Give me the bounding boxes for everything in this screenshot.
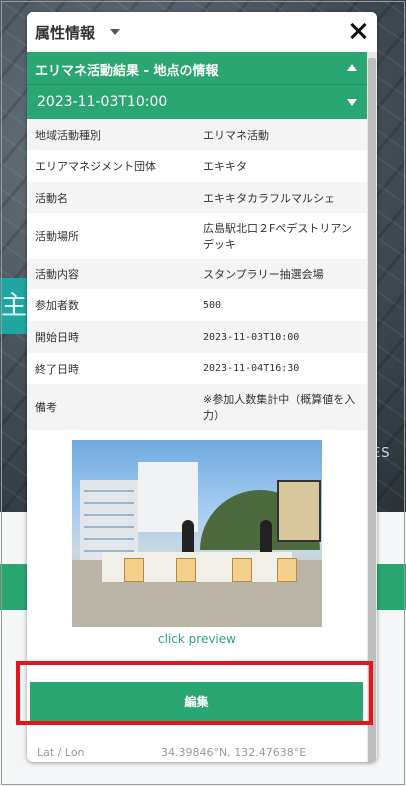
attr-value: エキキタ [203,160,247,173]
attr-key: エリアマネジメント団体 [35,160,156,173]
attr-value: 2023-11-04T16:30 [203,363,300,374]
edit-button-area: 編集 [27,672,367,732]
attr-value: 2023-11-03T10:00 [203,331,300,343]
date-value: 2023-11-03T10:00 [37,94,168,110]
attribute-panel: 属性情報 エリマネ活動結果 - 地点の情報 2023-11-03T10:00 地… [27,12,377,762]
attr-key: 終了日時 [35,362,79,376]
table-row: 開始日時 2023-11-03T10:00 [27,321,367,353]
table-row: エリアマネジメント団体 エキキタ [27,150,367,182]
table-row: 参加者数 500 [27,289,367,321]
table-row: 活動場所 広島駅北口２Fペデストリアンデッキ [27,213,367,259]
date-selector[interactable]: 2023-11-03T10:00 [27,84,367,119]
latlon-label: Lat / Lon [37,746,85,759]
attr-key: 活動場所 [35,230,79,243]
table-row: 地域活動種別 エリマネ活動 [27,119,367,150]
edit-button[interactable]: 編集 [30,682,363,722]
photo-section [27,430,367,630]
background-label-fragment: 主 [0,278,28,334]
attr-key: 活動名 [35,191,68,205]
section-title: エリマネ活動結果 - 地点の情報 [35,64,219,79]
photo-signboard [277,480,321,542]
photo-poster [124,558,144,582]
attr-key: 活動内容 [35,268,79,281]
panel-content: エリマネ活動結果 - 地点の情報 2023-11-03T10:00 地域活動種別… [27,52,367,762]
attr-value: エリマネ活動 [203,128,269,142]
attr-value: 500 [203,299,222,311]
table-row: 活動名 エキキタカラフルマルシェ [27,182,367,213]
event-photo[interactable] [72,440,322,627]
scrollbar-thumb[interactable] [368,58,376,762]
attr-value: 広島駅北口２Fペデストリアンデッキ [203,222,352,251]
attr-value: スタンプラリー抽選会場 [203,268,324,281]
table-row: 備考 ※参加人数集計中（概算値を入力） [27,384,367,430]
panel-scrollbar[interactable] [367,52,377,762]
collapse-icon[interactable] [347,64,357,71]
chevron-down-icon[interactable] [110,29,120,35]
attr-value: エキキタカラフルマルシェ [203,191,335,205]
attr-value: ※参加人数集計中（概算値を入力） [203,393,356,422]
attr-key: 備考 [35,401,57,414]
section-header[interactable]: エリマネ活動結果 - 地点の情報 [27,52,367,84]
attribute-table: 地域活動種別 エリマネ活動 エリアマネジメント団体 エキキタ 活動名 エキキタカ… [27,119,367,430]
panel-header: 属性情報 [27,12,377,52]
close-button[interactable] [347,20,369,42]
photo-poster [277,558,297,582]
preview-link[interactable]: click preview [27,632,367,650]
table-row: 終了日時 2023-11-04T16:30 [27,353,367,384]
panel-title[interactable]: 属性情報 [35,22,95,43]
dropdown-icon[interactable] [347,99,357,106]
table-row: 活動内容 スタンプラリー抽選会場 [27,259,367,289]
photo-poster [232,558,252,582]
attr-key: 開始日時 [35,331,79,344]
attr-key: 地域活動種別 [35,128,101,142]
photo-poster [176,558,196,582]
latlon-value: 34.39846°N, 132.47638°E [161,746,307,759]
latlon-row: Lat / Lon 34.39846°N, 132.47638°E [27,742,367,762]
attr-key: 参加者数 [35,299,79,312]
